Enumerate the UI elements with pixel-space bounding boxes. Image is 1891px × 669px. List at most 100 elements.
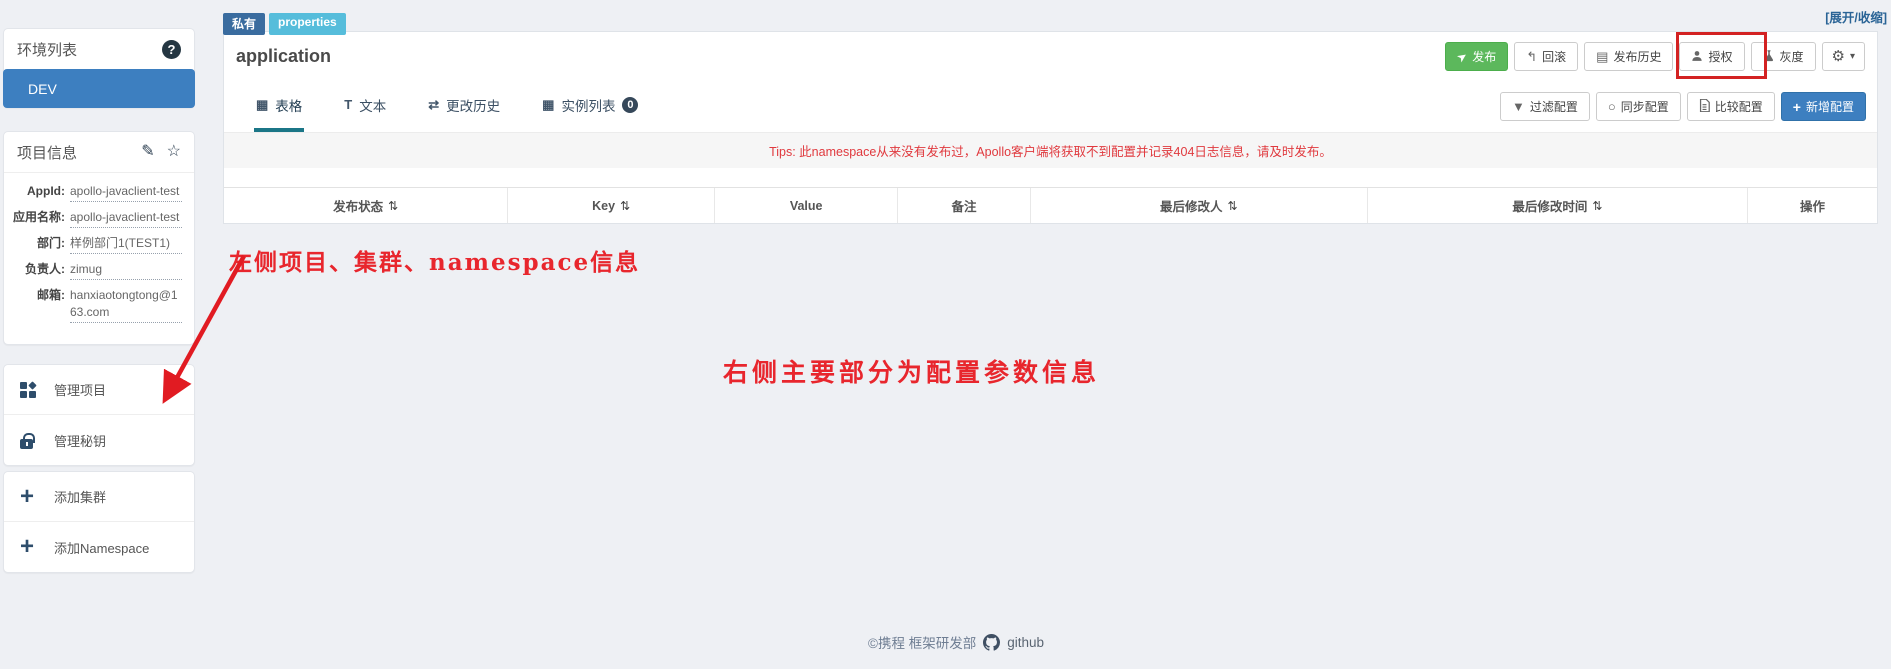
env-list-panel: 环境列表 ? DEV: [3, 28, 195, 108]
column-header-last-modified-time[interactable]: 最后修改时间 ⇅: [1368, 188, 1749, 223]
gray-release-button[interactable]: 灰度: [1750, 42, 1816, 71]
config-actions: ▼ 过滤配置 ○ 同步配置 比较配置 + 新增配置: [1500, 81, 1877, 132]
namespace-badges: 私有 properties: [223, 13, 346, 35]
send-icon: ➤: [1454, 47, 1471, 66]
field-value: hanxiaotongtong@163.com: [70, 287, 182, 323]
file-icon: [1699, 98, 1710, 114]
field-email: 邮箱: hanxiaotongtong@163.com: [6, 287, 182, 323]
grant-button[interactable]: 授权: [1679, 42, 1745, 71]
tips-banner: Tips: 此namespace从来没有发布过，Apollo客户端将获取不到配置…: [224, 132, 1877, 168]
grid-icon: [20, 380, 54, 398]
sort-icon: ⇅: [620, 198, 631, 213]
sidebar: 环境列表 ? DEV 项目信息 ✎ ☆ AppId: apollo-javacl…: [3, 28, 195, 578]
diff-config-button[interactable]: 比较配置: [1686, 92, 1775, 121]
table-icon: ▦: [256, 96, 269, 112]
field-value: apollo-javaclient-test: [70, 209, 182, 228]
copyright-text: ©携程 框架研发部: [868, 636, 977, 651]
person-icon: [1691, 50, 1703, 64]
sort-icon: ⇅: [1592, 198, 1603, 213]
filter-config-button[interactable]: ▼ 过滤配置: [1500, 92, 1590, 121]
field-value: apollo-javaclient-test: [70, 183, 182, 202]
env-item-dev[interactable]: DEV: [3, 69, 195, 108]
sidebar-item-add-cluster[interactable]: + 添加集群: [4, 472, 194, 522]
sync-icon: ○: [1607, 99, 1616, 114]
column-header-key[interactable]: Key ⇅: [508, 188, 715, 223]
undo-icon: ↰: [1526, 49, 1538, 64]
env-list-title: 环境列表: [17, 41, 78, 59]
sidebar-item-label: 添加Namespace: [54, 540, 150, 556]
column-header-operation: 操作: [1799, 200, 1825, 214]
field-label: 应用名称:: [13, 210, 65, 224]
sidebar-item-label: 添加集群: [54, 490, 107, 505]
sort-icon: ⇅: [1227, 198, 1238, 213]
view-tabs: ▦ 表格 T 文本 ⇄ 更改历史 ▦ 实例列表 0: [224, 81, 640, 132]
gear-icon: ⚙: [1831, 48, 1845, 65]
plus-icon: +: [20, 533, 35, 560]
filter-icon: ▼: [1512, 99, 1525, 114]
sync-config-button[interactable]: ○ 同步配置: [1595, 92, 1681, 121]
tips-text: Tips: 此namespace从来没有发布过，Apollo客户端将获取不到配置…: [769, 145, 1332, 159]
change-history-icon: ⇄: [428, 96, 440, 112]
chevron-down-icon: ▾: [1849, 51, 1855, 62]
column-header-value: Value: [715, 188, 899, 223]
sidebar-item-add-namespace[interactable]: + 添加Namespace: [4, 522, 194, 572]
lock-icon: [20, 432, 54, 449]
sidebar-item-label: 管理秘钥: [54, 433, 107, 449]
add-menu-panel: + 添加集群 + 添加Namespace: [3, 471, 195, 573]
text-icon: T: [344, 97, 353, 112]
field-owner: 负责人: zimug: [6, 261, 182, 280]
config-table-header: 发布状态 ⇅ Key ⇅ Value 备注 最后修改人 ⇅ 最后修改时间 ⇅ 操…: [224, 187, 1877, 223]
release-history-button[interactable]: ▤ 发布历史: [1584, 42, 1674, 71]
instance-list-icon: ▦: [542, 96, 555, 112]
tab-change-history[interactable]: ⇄ 更改历史: [426, 81, 502, 132]
table-spacer: [224, 168, 1877, 187]
field-value: 样例部门1(TEST1): [70, 235, 182, 254]
edit-icon[interactable]: ✎: [141, 144, 154, 160]
field-label: AppId:: [27, 184, 65, 198]
badge-properties: properties: [269, 13, 346, 35]
annotation-right-note: 右侧主要部分为配置参数信息: [723, 358, 1101, 387]
expand-collapse-link[interactable]: [展开/收缩]: [1825, 7, 1887, 26]
project-info-title: 项目信息: [17, 144, 78, 162]
apollo-config-page: [展开/收缩] 环境列表 ? DEV 项目信息 ✎ ☆ AppId: apoll…: [0, 0, 1891, 669]
project-info-panel: 项目信息 ✎ ☆ AppId: apollo-javaclient-test 应…: [3, 131, 195, 345]
tab-table[interactable]: ▦ 表格: [254, 81, 305, 132]
annotation-left-note: 左侧项目、集群、namespace信息: [229, 249, 641, 276]
sidebar-item-manage-secret[interactable]: 管理秘钥: [4, 415, 194, 465]
tab-text[interactable]: T 文本: [342, 81, 388, 132]
field-label: 部门:: [37, 236, 65, 250]
namespace-title: application: [236, 46, 332, 66]
field-appid: AppId: apollo-javaclient-test: [6, 183, 182, 202]
settings-button[interactable]: ⚙ ▾: [1821, 42, 1865, 71]
instance-count-badge: 0: [622, 96, 639, 113]
add-config-button[interactable]: + 新增配置: [1780, 92, 1866, 121]
field-app-name: 应用名称: apollo-javaclient-test: [6, 209, 182, 228]
column-header-last-modified-by[interactable]: 最后修改人 ⇅: [1031, 188, 1368, 223]
github-icon[interactable]: [983, 633, 1001, 651]
manage-menu-panel: 管理项目 管理秘钥: [3, 364, 195, 466]
field-label: 邮箱:: [37, 288, 65, 302]
field-department: 部门: 样例部门1(TEST1): [6, 235, 182, 254]
namespace-actions: ➤ 发布 ↰ 回滚 ▤ 发布历史 授权 灰度 ⚙ ▾: [1445, 42, 1865, 71]
plus-icon: +: [1792, 98, 1801, 115]
calendar-icon: ▤: [1596, 49, 1609, 64]
plus-icon: +: [20, 482, 35, 510]
github-label[interactable]: github: [1007, 635, 1044, 650]
tab-instance-list[interactable]: ▦ 实例列表 0: [540, 81, 640, 132]
sidebar-item-manage-project[interactable]: 管理项目: [4, 365, 194, 415]
help-icon[interactable]: ?: [162, 39, 181, 59]
column-header-release-status[interactable]: 发布状态 ⇅: [224, 188, 509, 223]
sort-icon: ⇅: [388, 198, 399, 213]
project-fields: AppId: apollo-javaclient-test 应用名称: apol…: [4, 172, 194, 344]
column-header-comment: 备注: [898, 188, 1031, 223]
field-label: 负责人:: [25, 262, 65, 276]
namespace-panel: application ➤ 发布 ↰ 回滚 ▤ 发布历史 授权 灰度 ⚙ ▾ ▦…: [223, 31, 1878, 224]
namespace-tabs-row: ▦ 表格 T 文本 ⇄ 更改历史 ▦ 实例列表 0 ▼ 过滤配置 ○ 同步配置 …: [224, 81, 1877, 132]
rollback-button[interactable]: ↰ 回滚: [1514, 42, 1579, 71]
badge-private: 私有: [223, 13, 266, 35]
publish-button[interactable]: ➤ 发布: [1445, 42, 1509, 71]
page-footer: ©携程 框架研发部 github: [868, 632, 1044, 652]
favorite-star-icon[interactable]: ☆: [167, 144, 181, 160]
sidebar-item-label: 管理项目: [54, 383, 107, 398]
namespace-title-row: application ➤ 发布 ↰ 回滚 ▤ 发布历史 授权 灰度 ⚙ ▾: [224, 32, 1877, 81]
